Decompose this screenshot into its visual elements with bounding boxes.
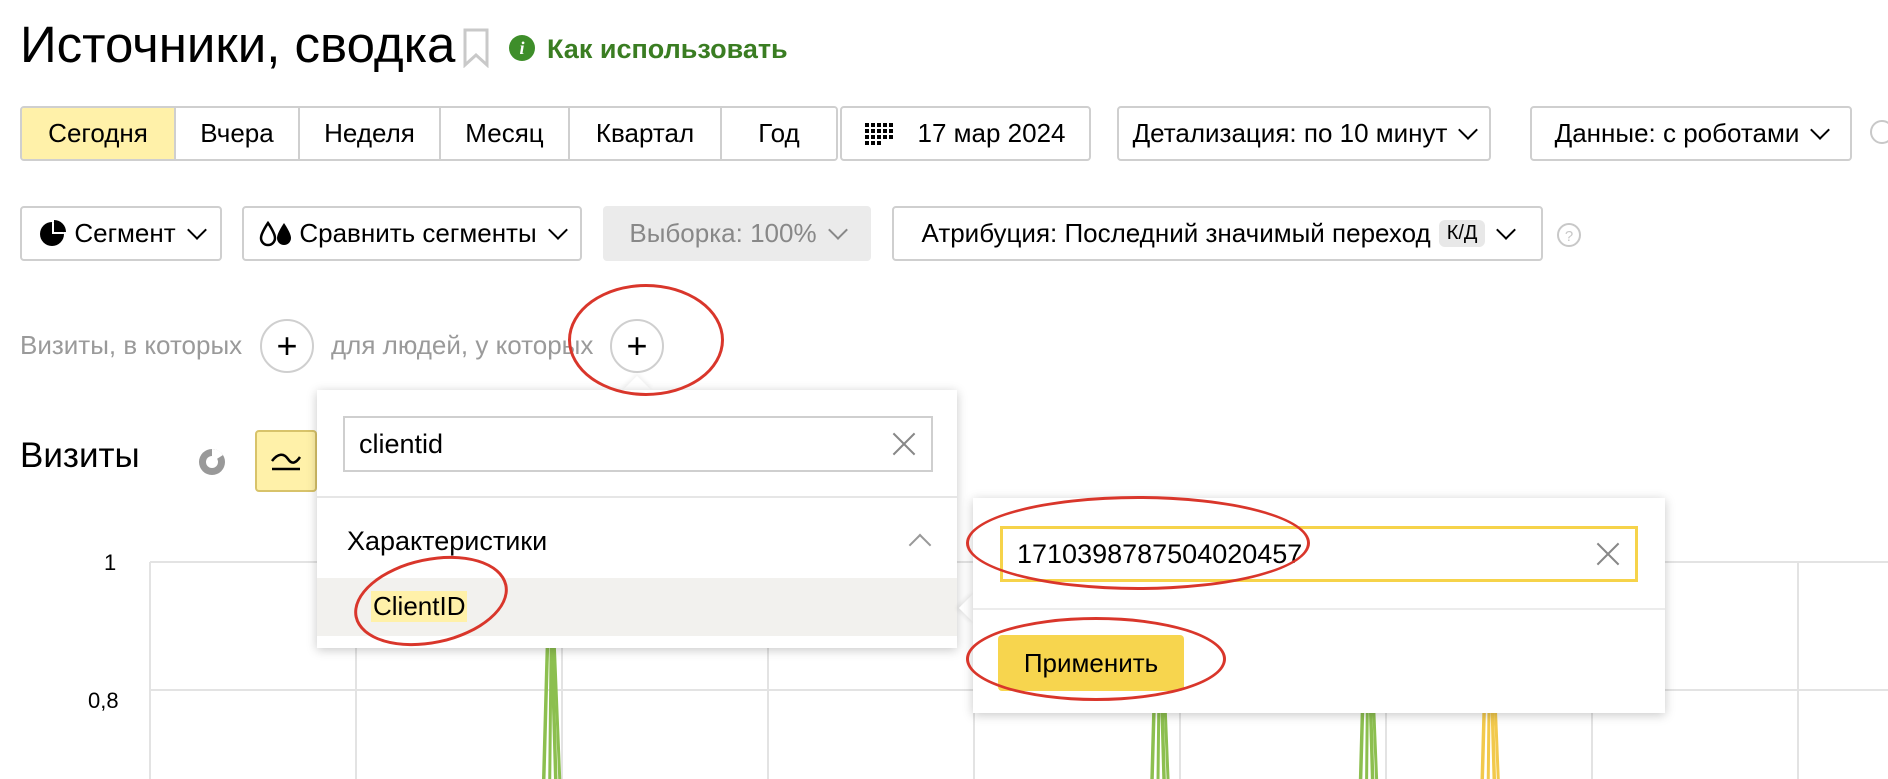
- data-select-label: Данные: с роботами: [1554, 118, 1800, 148]
- attribution-label: Атрибуция: Последний значимый переход: [921, 218, 1431, 248]
- svg-text:?: ?: [1565, 228, 1573, 245]
- help-icon[interactable]: [1868, 118, 1888, 146]
- condition-search-field[interactable]: [343, 416, 933, 472]
- dropdown-divider: [317, 496, 957, 498]
- chevron-down-icon: [827, 219, 848, 240]
- detail-select[interactable]: Детализация: по 10 минут: [1117, 106, 1491, 161]
- visits-section-title: Визиты: [20, 436, 140, 475]
- date-label: 17 мар 2024: [917, 118, 1066, 148]
- attribution-help-icon[interactable]: ?: [1556, 222, 1582, 248]
- clientid-option-label[interactable]: ClientID: [371, 591, 468, 622]
- characteristics-section-title: Характеристики: [347, 526, 548, 556]
- value-popup-divider: [973, 608, 1665, 610]
- period-quarter[interactable]: Квартал: [570, 108, 722, 159]
- bookmark-icon[interactable]: [462, 28, 490, 68]
- chevron-down-icon: [186, 219, 207, 240]
- sample-select[interactable]: Выборка: 100%: [603, 206, 871, 261]
- segment-label: Сегмент: [74, 218, 176, 248]
- clientid-value-field[interactable]: [1000, 526, 1638, 582]
- data-select[interactable]: Данные: с роботами: [1530, 106, 1852, 161]
- condition-search-input[interactable]: [359, 418, 828, 470]
- clear-value-icon[interactable]: [1595, 541, 1621, 567]
- chevron-down-icon: [1496, 219, 1517, 240]
- period-month[interactable]: Месяц: [441, 108, 570, 159]
- segment-button[interactable]: Сегмент: [20, 206, 222, 261]
- chevron-down-icon: [547, 219, 568, 240]
- sample-label: Выборка: 100%: [629, 218, 817, 248]
- attribution-badge: к/д: [1438, 220, 1486, 247]
- period-year[interactable]: Год: [722, 108, 836, 159]
- people-filter-label: для людей, у которых: [331, 330, 594, 360]
- period-selector: Сегодня Вчера Неделя Месяц Квартал Год: [20, 106, 838, 161]
- add-visit-condition-button[interactable]: +: [260, 319, 314, 373]
- chevron-down-icon: [1458, 119, 1479, 140]
- page-title: Источники, сводка: [20, 16, 456, 73]
- how-to-use-link[interactable]: Как использовать: [547, 33, 788, 65]
- compare-segments-label: Сравнить сегменты: [299, 218, 537, 248]
- compare-drops-icon: [260, 220, 292, 246]
- pie-chart-icon: [40, 219, 67, 246]
- line-chart-toggle-button[interactable]: [255, 430, 317, 492]
- detail-select-label: Детализация: по 10 минут: [1132, 118, 1448, 148]
- period-week[interactable]: Неделя: [300, 108, 441, 159]
- attribution-select[interactable]: Атрибуция: Последний значимый переход к/…: [892, 206, 1543, 261]
- pie-chart-toggle-icon[interactable]: [196, 446, 228, 478]
- period-yesterday[interactable]: Вчера: [176, 108, 300, 159]
- clear-search-icon[interactable]: [891, 431, 917, 457]
- calendar-icon: [865, 122, 894, 145]
- compare-segments-button[interactable]: Сравнить сегменты: [242, 206, 582, 261]
- date-picker-button[interactable]: 17 мар 2024: [840, 106, 1091, 161]
- chevron-down-icon: [1810, 119, 1831, 140]
- line-chart-icon: [271, 453, 302, 471]
- period-today[interactable]: Сегодня: [22, 108, 176, 159]
- info-icon: i: [509, 35, 535, 61]
- add-people-condition-button[interactable]: +: [610, 319, 664, 373]
- clientid-value-input[interactable]: [1017, 529, 1523, 579]
- apply-button[interactable]: Применить: [998, 635, 1184, 691]
- visits-filter-label: Визиты, в которых: [20, 330, 243, 360]
